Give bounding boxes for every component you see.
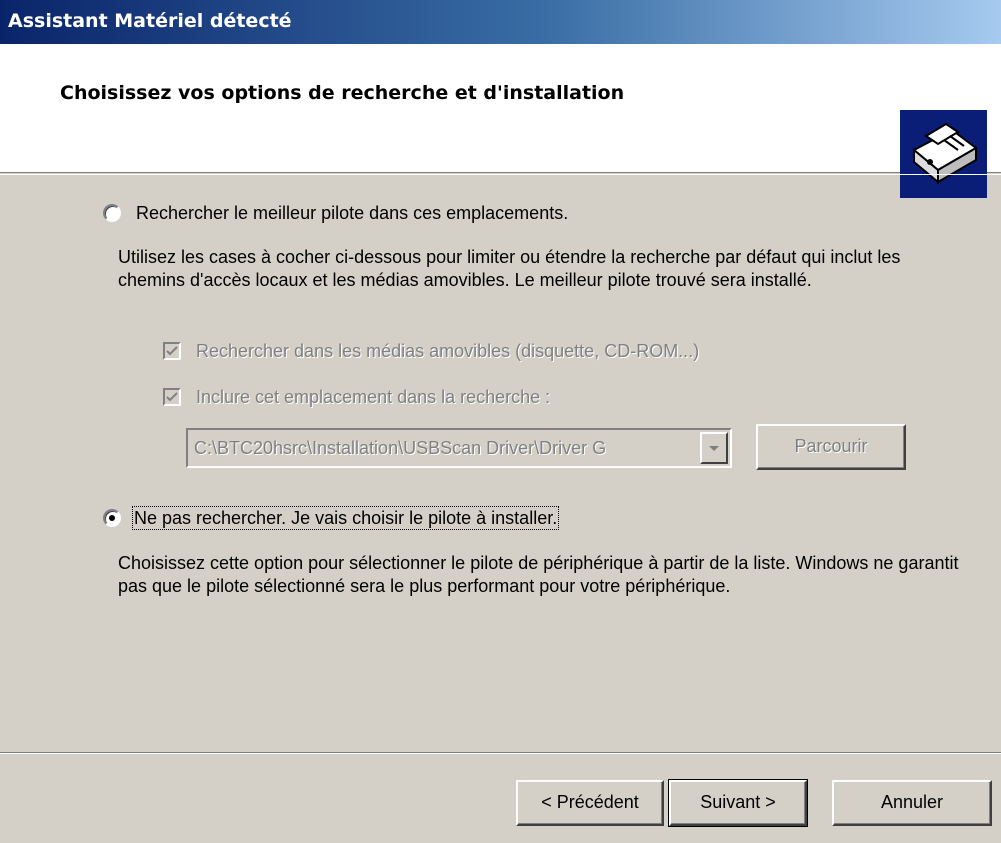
- location-value: C:\BTC20hsrc\Installation\USBScan Driver…: [194, 438, 607, 458]
- browse-button[interactable]: Parcourir: [756, 424, 906, 470]
- manual-option-radio[interactable]: [103, 509, 121, 527]
- page-title: Choisissez vos options de recherche et d…: [60, 82, 625, 104]
- include-location-checkbox[interactable]: [163, 388, 181, 406]
- manual-option-label[interactable]: Ne pas rechercher. Je vais choisir le pi…: [131, 506, 560, 530]
- search-option-radio[interactable]: [103, 204, 121, 222]
- title-bar: Assistant Matériel détecté: [0, 0, 1001, 44]
- search-option-label[interactable]: Rechercher le meilleur pilote dans ces e…: [136, 203, 568, 224]
- manual-option-description: Choisissez cette option pour sélectionne…: [118, 553, 959, 596]
- window-title: Assistant Matériel détecté: [8, 10, 292, 32]
- checkmark-icon: [166, 346, 178, 356]
- include-location-label: Inclure cet emplacement dans la recherch…: [196, 387, 551, 407]
- checkmark-icon: [166, 392, 178, 402]
- chevron-down-icon: [709, 446, 719, 451]
- removable-media-checkbox[interactable]: [163, 342, 181, 360]
- manual-option-label-text: Ne pas rechercher. Je vais choisir le pi…: [131, 506, 560, 530]
- wizard-header: Choisissez vos options de recherche et d…: [0, 44, 1001, 198]
- search-option-label-text: Rechercher le meilleur pilote dans ces e…: [136, 203, 569, 223]
- footer-divider-highlight: [0, 753, 1001, 754]
- location-combobox[interactable]: C:\BTC20hsrc\Installation\USBScan Driver…: [186, 428, 732, 468]
- cancel-button[interactable]: Annuler: [832, 780, 992, 826]
- search-option-description: Utilisez les cases à cocher ci-dessous p…: [118, 247, 901, 290]
- back-button[interactable]: < Précédent: [516, 780, 664, 826]
- combo-dropdown-button[interactable]: [700, 432, 728, 464]
- next-button[interactable]: Suivant >: [668, 779, 808, 827]
- removable-media-label: Rechercher dans les médias amovibles (di…: [196, 341, 700, 361]
